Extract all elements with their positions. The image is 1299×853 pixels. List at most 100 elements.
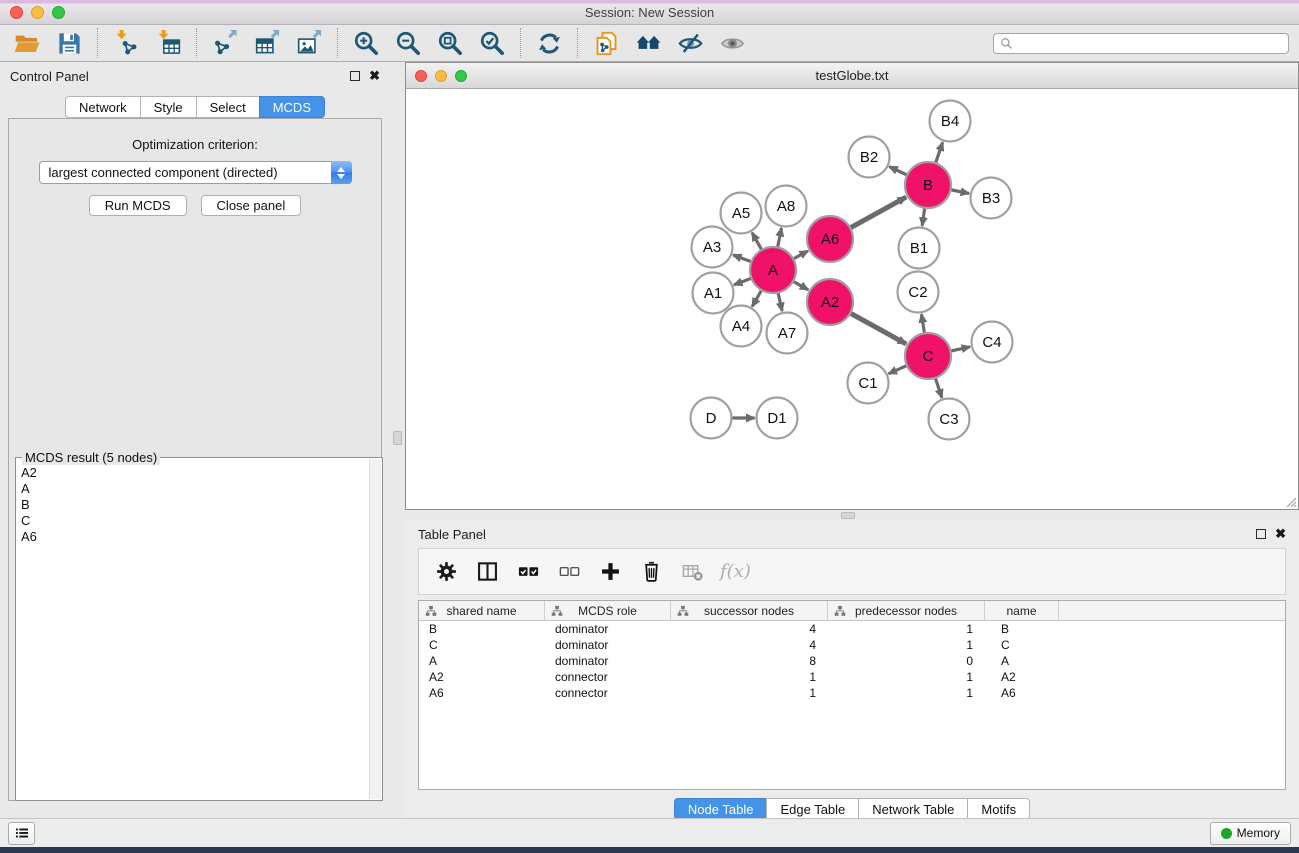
column-header-predecessor-nodes[interactable]: predecessor nodes bbox=[828, 601, 985, 620]
mcds-result-item[interactable]: A6 bbox=[21, 529, 369, 545]
close-table-panel-icon[interactable]: ✖ bbox=[1275, 529, 1286, 539]
table-row[interactable]: A2connector11A2 bbox=[419, 669, 1285, 685]
graph-node-A3[interactable]: A3 bbox=[692, 227, 733, 268]
new-network-from-selection-button[interactable] bbox=[585, 27, 627, 59]
window-resize-grip-icon[interactable] bbox=[1284, 495, 1296, 507]
mcds-result-item[interactable]: B bbox=[21, 497, 369, 513]
export-image-icon bbox=[296, 30, 323, 57]
function-builder-button: f(x) bbox=[720, 559, 751, 585]
zoom-selected-button[interactable] bbox=[471, 27, 513, 59]
float-table-panel-icon[interactable] bbox=[1256, 529, 1266, 539]
toggle-graphics-details-button[interactable] bbox=[669, 27, 711, 59]
table-row[interactable]: Bdominator41B bbox=[419, 621, 1285, 637]
mcds-result-item[interactable]: C bbox=[21, 513, 369, 529]
export-network-icon bbox=[212, 30, 239, 57]
tab-network[interactable]: Network bbox=[65, 96, 140, 118]
vertical-splitter-grip[interactable] bbox=[393, 431, 402, 445]
zoom-in-button[interactable] bbox=[345, 27, 387, 59]
open-session-button[interactable] bbox=[6, 27, 48, 59]
optimization-criterion-select[interactable]: largest connected component (directed) bbox=[39, 161, 352, 184]
dropdown-arrows-icon bbox=[331, 161, 352, 184]
export-network-button[interactable] bbox=[204, 27, 246, 59]
select-all-button[interactable] bbox=[515, 559, 541, 585]
memory-button[interactable]: Memory bbox=[1210, 822, 1291, 845]
network-window-title: testGlobe.txt bbox=[406, 68, 1298, 83]
graph-node-C1[interactable]: C1 bbox=[848, 363, 889, 404]
tab-network-table[interactable]: Network Table bbox=[858, 798, 967, 820]
tab-style[interactable]: Style bbox=[140, 96, 196, 118]
apply-preferred-layout-button[interactable] bbox=[528, 27, 570, 59]
mcds-result-box: MCDS result (5 nodes) A2ABCA6 bbox=[15, 457, 383, 801]
column-header-name[interactable]: name bbox=[985, 601, 1059, 620]
export-image-button[interactable] bbox=[288, 27, 330, 59]
zoom-out-button[interactable] bbox=[387, 27, 429, 59]
horizontal-splitter[interactable] bbox=[405, 510, 1299, 520]
tab-select[interactable]: Select bbox=[196, 96, 259, 118]
graph-node-A1[interactable]: A1 bbox=[693, 273, 734, 314]
table-row[interactable]: Adominator80A bbox=[419, 653, 1285, 669]
tab-edge-table[interactable]: Edge Table bbox=[766, 798, 858, 820]
graph-node-A4[interactable]: A4 bbox=[721, 306, 762, 347]
create-column-button[interactable] bbox=[597, 559, 623, 585]
graph-node-A6[interactable]: A6 bbox=[807, 216, 853, 262]
show-graphics-details-button[interactable] bbox=[711, 27, 753, 59]
graph-node-D1[interactable]: D1 bbox=[757, 398, 798, 439]
result-list-scrollbar[interactable] bbox=[369, 459, 381, 799]
table-row[interactable]: Cdominator41C bbox=[419, 637, 1285, 653]
table-cell: B bbox=[419, 621, 545, 637]
close-panel-icon[interactable]: ✖ bbox=[369, 71, 380, 81]
network-view-window: testGlobe.txt A A1 A2 A3 A4 A5 A6 A7 A8 B B1 B2 B3B4… bbox=[405, 62, 1299, 510]
column-header-MCDS-role[interactable]: MCDS role bbox=[545, 601, 671, 620]
import-table-button[interactable] bbox=[147, 27, 189, 59]
zoom-fit-button[interactable] bbox=[429, 27, 471, 59]
graph-node-C4[interactable]: C4 bbox=[972, 322, 1013, 363]
toggle-column-view-button[interactable] bbox=[474, 559, 500, 585]
graph-node-B4[interactable]: B4 bbox=[930, 101, 971, 142]
delete-column-button[interactable] bbox=[638, 559, 664, 585]
import-network-button[interactable] bbox=[105, 27, 147, 59]
run-mcds-button[interactable]: Run MCDS bbox=[89, 195, 187, 216]
graph-node-D[interactable]: D bbox=[691, 398, 732, 439]
tab-motifs[interactable]: Motifs bbox=[967, 798, 1030, 820]
graph-node-C3[interactable]: C3 bbox=[929, 399, 970, 440]
graph-node-A2[interactable]: A2 bbox=[807, 279, 853, 325]
toggle-graphics-details-icon bbox=[677, 30, 704, 57]
save-session-button[interactable] bbox=[48, 27, 90, 59]
network-graph[interactable]: A A1 A2 A3 A4 A5 A6 A7 A8 B B1 B2 B3B4 C C1 C2 C3C4 D D1 bbox=[406, 89, 1298, 509]
float-panel-icon[interactable] bbox=[350, 71, 360, 81]
horizontal-splitter-grip[interactable] bbox=[841, 512, 855, 519]
graph-node-label: D1 bbox=[767, 410, 786, 427]
close-panel-button[interactable]: Close panel bbox=[201, 195, 302, 216]
graph-node-A7[interactable]: A7 bbox=[767, 313, 808, 354]
graph-node-label: A4 bbox=[732, 318, 750, 335]
tab-mcds[interactable]: MCDS bbox=[259, 96, 325, 118]
search-box[interactable] bbox=[993, 33, 1289, 54]
graph-node-B3[interactable]: B3 bbox=[971, 178, 1012, 219]
home-button[interactable] bbox=[627, 27, 669, 59]
mcds-result-item[interactable]: A2 bbox=[21, 465, 369, 481]
graph-node-C2[interactable]: C2 bbox=[898, 272, 939, 313]
graph-node-A8[interactable]: A8 bbox=[766, 186, 807, 227]
vertical-splitter[interactable] bbox=[390, 62, 405, 818]
graph-node-A[interactable]: A bbox=[750, 247, 796, 293]
table-row[interactable]: A6connector11A6 bbox=[419, 685, 1285, 701]
network-canvas[interactable]: A A1 A2 A3 A4 A5 A6 A7 A8 B B1 B2 B3B4 C C1 C2 C3C4 D D1 bbox=[406, 89, 1298, 509]
table-cell: 0 bbox=[828, 653, 985, 669]
table-settings-button[interactable] bbox=[433, 559, 459, 585]
graph-node-B[interactable]: B bbox=[905, 162, 951, 208]
search-input[interactable] bbox=[1017, 36, 1282, 50]
tab-node-table[interactable]: Node Table bbox=[674, 798, 767, 820]
graph-node-B2[interactable]: B2 bbox=[849, 137, 890, 178]
toolbar-separator bbox=[97, 28, 98, 58]
graph-node-C[interactable]: C bbox=[905, 333, 951, 379]
table-toolbar: f(x) bbox=[418, 548, 1286, 595]
graph-node-A5[interactable]: A5 bbox=[721, 193, 762, 234]
zoom-in-icon bbox=[353, 30, 380, 57]
show-panels-menu-button[interactable] bbox=[8, 822, 35, 845]
column-header-shared-name[interactable]: shared name bbox=[419, 601, 545, 620]
mcds-result-item[interactable]: A bbox=[21, 481, 369, 497]
deselect-all-button[interactable] bbox=[556, 559, 582, 585]
graph-node-B1[interactable]: B1 bbox=[899, 228, 940, 269]
export-table-button[interactable] bbox=[246, 27, 288, 59]
column-header-successor-nodes[interactable]: successor nodes bbox=[671, 601, 828, 620]
